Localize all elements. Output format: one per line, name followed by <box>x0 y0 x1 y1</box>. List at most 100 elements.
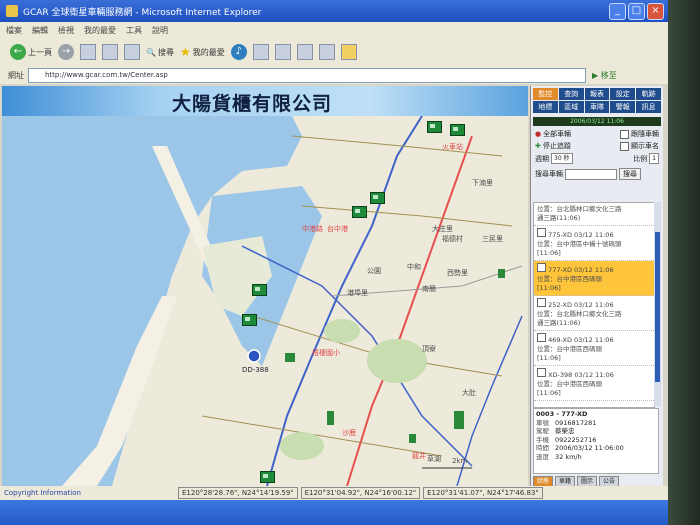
browser-toolbar: ← 上一頁 → 🔍 搜尋 ★ 我的最愛 ♪ <box>0 38 668 67</box>
forward-arrow-icon: → <box>58 44 74 60</box>
map-label: 公園 <box>367 267 381 275</box>
print-button[interactable] <box>296 44 313 60</box>
menu-help[interactable]: 說明 <box>152 25 168 36</box>
panel-tab[interactable]: 監控 <box>533 88 558 100</box>
vehicle-icon[interactable] <box>260 471 275 483</box>
map-label: 頂寮 <box>422 345 436 353</box>
vehicle-icon[interactable] <box>252 284 267 296</box>
edit-button[interactable] <box>318 44 335 60</box>
info-key: 駕駛 <box>536 427 549 435</box>
plus-icon: ✚ <box>535 142 541 150</box>
vehicle-icon[interactable] <box>242 314 257 326</box>
panel-tab[interactable]: 查詢 <box>558 88 584 100</box>
list-item[interactable]: 775-XD 03/12 11:06 位置：台中港區中橫十號碼頭 [11:06] <box>534 226 654 261</box>
coordinate-readout: E120°31'41.07", N24°17'46.83" <box>423 487 543 499</box>
stop-icon <box>80 44 96 60</box>
green-area-2 <box>324 319 360 343</box>
follow-checkbox[interactable]: 跟隨車輛 <box>620 129 659 139</box>
panel-tab[interactable]: 車隊 <box>584 101 610 113</box>
checkbox-box[interactable] <box>537 298 546 307</box>
map-label: 草湖 <box>427 455 441 463</box>
vehicle-list-scrollbar[interactable] <box>654 202 661 406</box>
search-button[interactable]: 🔍 搜尋 <box>146 47 174 58</box>
stop-track-option[interactable]: ✚ 停止追蹤 <box>535 141 571 151</box>
panel-tab[interactable]: 設定 <box>610 88 636 100</box>
list-item[interactable]: XD-398 03/12 11:06 位置：台中港區西碼頭 [11:06] <box>534 366 654 401</box>
menu-view[interactable]: 檢視 <box>58 25 74 36</box>
checkbox-box[interactable] <box>537 263 546 272</box>
close-button[interactable]: × <box>647 3 664 20</box>
show-name-checkbox[interactable]: 顯示車名 <box>620 141 659 151</box>
map-label: 大肚 <box>462 389 476 397</box>
marker-label: DD-388 <box>242 366 269 374</box>
green-block-2 <box>327 411 334 425</box>
map-canvas[interactable] <box>2 116 528 486</box>
road-olive-2 <box>301 205 513 227</box>
menu-edit[interactable]: 編輯 <box>32 25 48 36</box>
panel-tab[interactable]: 地標 <box>533 101 558 113</box>
panel-tab[interactable]: 軌跡 <box>636 88 661 100</box>
info-key: 時間 <box>536 444 549 452</box>
star-icon: ★ <box>179 45 191 59</box>
panel-tab[interactable]: 報表 <box>584 88 610 100</box>
vehicle-icon[interactable] <box>427 121 442 133</box>
title-bar: GCAR 全球衛星車輛服務網 - Microsoft Internet Expl… <box>0 0 668 22</box>
copyright-link[interactable]: Copyright Information <box>4 489 178 497</box>
vehicle-location-sub: [11:06] <box>537 389 561 397</box>
vehicle-time: 03/12 11:06 <box>574 336 614 344</box>
checkbox-box[interactable] <box>537 333 546 342</box>
vehicle-id: 469-XD <box>548 336 572 344</box>
vehicle-list: 位置：台北縣林口鄉文化三路 通三路(11:06) 775-XD 03/12 11… <box>533 202 655 408</box>
map-view[interactable]: 火車站 中港路 台中港 梧棲國小 沙鹿 龍井 下湳里 大庄里 福德村 三民里 中… <box>2 116 528 486</box>
interval-select[interactable]: 30 秒 <box>551 153 573 164</box>
vehicle-icon[interactable] <box>352 206 367 218</box>
stop-track-label: 停止追蹤 <box>542 142 571 150</box>
panel-tab[interactable]: 警報 <box>610 101 636 113</box>
messenger-button[interactable] <box>340 44 357 60</box>
vehicle-icon[interactable] <box>370 192 385 204</box>
list-item[interactable]: 469-XD 03/12 11:06 位置：台中港區西碼頭 [11:06] <box>534 331 654 366</box>
back-button[interactable]: ← 上一頁 <box>10 44 52 60</box>
menu-favorites[interactable]: 我的最愛 <box>84 25 116 36</box>
menu-file[interactable]: 檔案 <box>6 25 22 36</box>
refresh-button[interactable] <box>102 44 118 60</box>
list-item[interactable]: 位置：台北縣林口鄉文化三路 通三路(11:06) <box>534 203 654 226</box>
go-label: 移至 <box>600 70 617 80</box>
mail-button[interactable] <box>274 44 291 60</box>
address-input[interactable]: http://www.gcar.com.tw/Center.asp <box>28 67 586 83</box>
panel-tab[interactable]: 區域 <box>558 101 584 113</box>
zoom-label: 比例 <box>633 154 648 163</box>
history-icon <box>252 44 269 60</box>
forward-button[interactable]: → <box>58 44 74 60</box>
all-vehicles-option[interactable]: ● 全部車輛 <box>535 129 571 139</box>
map-label-red: 梧棲國小 <box>312 349 340 357</box>
marker-icon <box>247 349 261 363</box>
maximize-button[interactable]: □ <box>628 3 645 20</box>
vehicle-info-box: 0003 - 777-XD 車號 0916817281 駕駛 蔡榮忠 手機 09222… <box>533 408 659 474</box>
zoom-select[interactable]: 1 <box>649 153 659 164</box>
history-button[interactable] <box>252 44 269 60</box>
vehicle-time: 03/12 11:06 <box>574 266 614 274</box>
panel-tab[interactable]: 訊息 <box>636 101 661 113</box>
list-item-selected[interactable]: 777-XD 03/12 11:06 位置：台中港區西碼頭 [11:06] <box>534 261 654 296</box>
menu-tools[interactable]: 工具 <box>126 25 142 36</box>
edit-icon <box>318 44 335 60</box>
company-name: 大陽貨櫃有限公司 <box>172 93 333 115</box>
address-bar: 網址 http://www.gcar.com.tw/Center.asp ▶ 移… <box>0 66 668 84</box>
map-label: 中和 <box>407 263 421 271</box>
go-button[interactable]: ▶ 移至 <box>592 70 617 81</box>
vehicle-location-sub: [11:06] <box>537 249 561 257</box>
list-item[interactable]: 252-XD 03/12 11:06 位置：台北縣林口鄉文化三路 通三路(11:… <box>534 296 654 331</box>
checkbox-box[interactable] <box>537 228 546 237</box>
all-vehicles-label: 全部車輛 <box>543 130 572 138</box>
checkbox-box[interactable] <box>537 368 546 377</box>
stop-button[interactable] <box>80 44 96 60</box>
vehicle-icon[interactable] <box>450 124 465 136</box>
media-button[interactable]: ♪ <box>230 44 247 60</box>
search-vehicle-button[interactable]: 搜尋 <box>619 168 641 180</box>
favorites-button[interactable]: ★ 我的最愛 <box>180 45 225 59</box>
scrollbar-thumb[interactable] <box>655 232 660 382</box>
minimize-button[interactable]: _ <box>609 3 626 20</box>
search-vehicle-input[interactable] <box>565 168 617 180</box>
home-button[interactable] <box>124 44 140 60</box>
